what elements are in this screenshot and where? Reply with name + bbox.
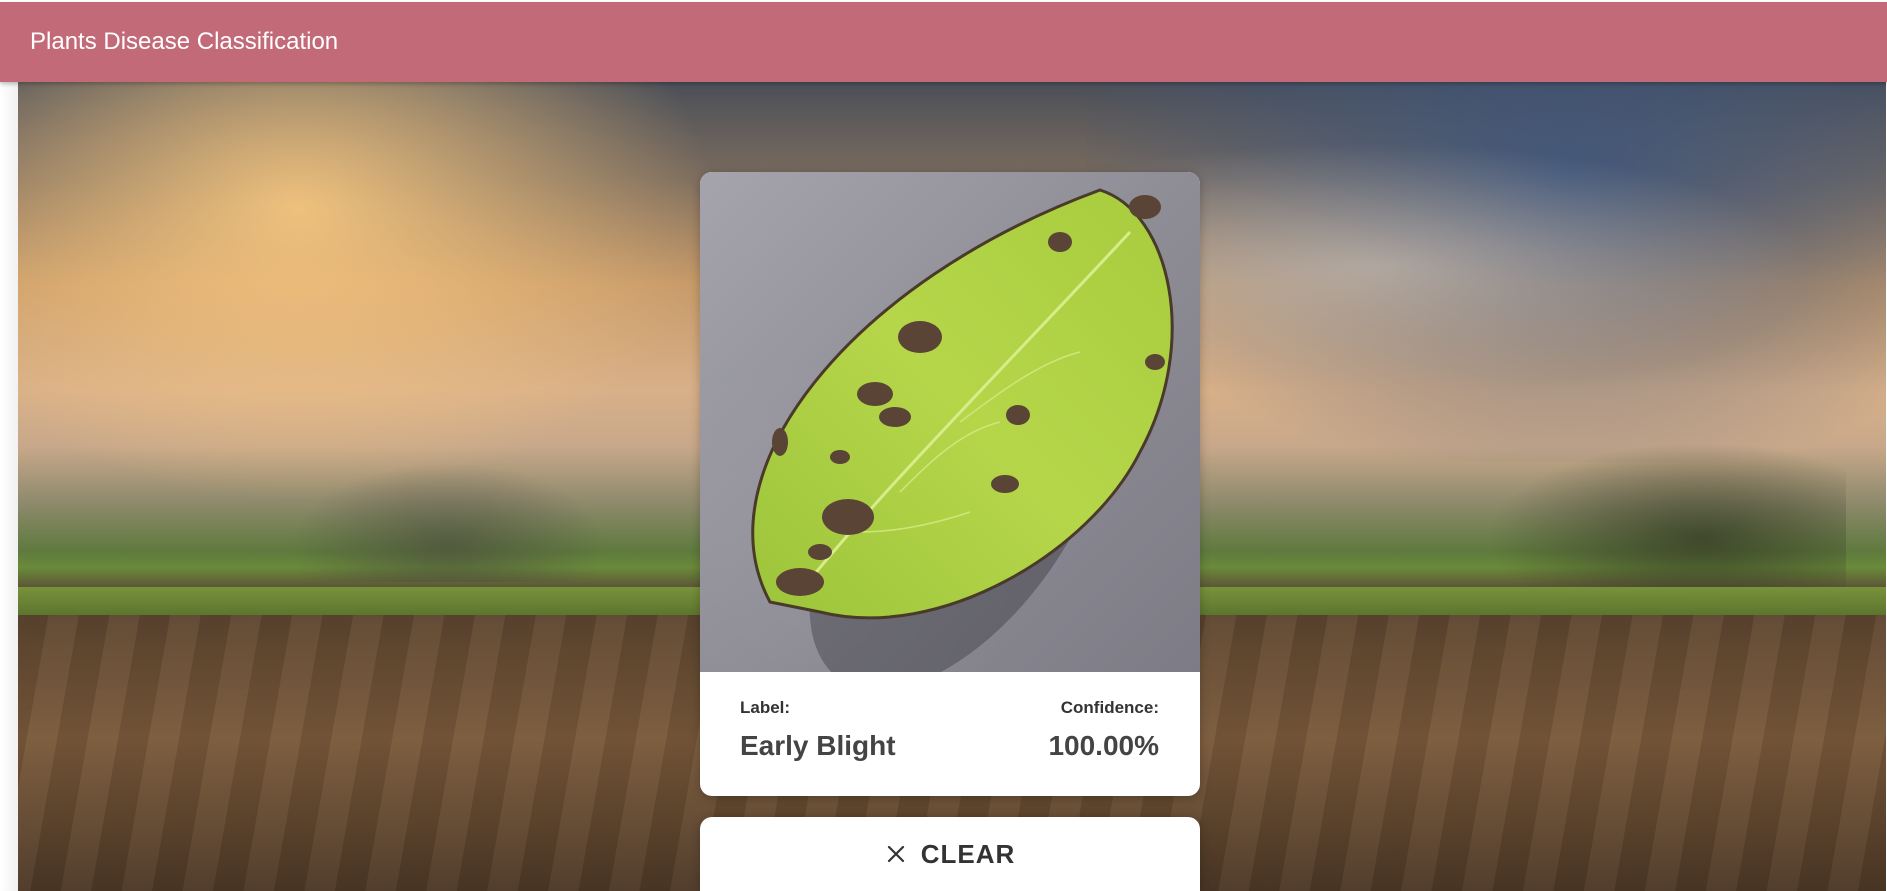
- clear-button-label: CLEAR: [920, 838, 1016, 869]
- trees-left: [288, 462, 608, 582]
- page-margin: [0, 82, 18, 891]
- trees-right: [1486, 442, 1846, 602]
- sky-warm-glow: [18, 82, 718, 502]
- label-heading: Label:: [740, 698, 791, 717]
- result-card: Label: Confidence: Early Blight 100.00%: [700, 172, 1200, 796]
- leaf-image: [700, 172, 1200, 672]
- confidence-value: 100.00%: [1048, 730, 1159, 761]
- confidence-heading: Confidence:: [1060, 698, 1159, 717]
- close-icon: [887, 845, 904, 863]
- label-value: Early Blight: [740, 730, 896, 761]
- prediction-details: Label: Confidence: Early Blight 100.00%: [700, 672, 1200, 796]
- leaf-illustration: [751, 188, 1174, 672]
- app-title: Plants Disease Classification: [30, 28, 339, 55]
- app-bar: Plants Disease Classification: [0, 2, 1887, 82]
- clear-button[interactable]: CLEAR: [700, 817, 1200, 891]
